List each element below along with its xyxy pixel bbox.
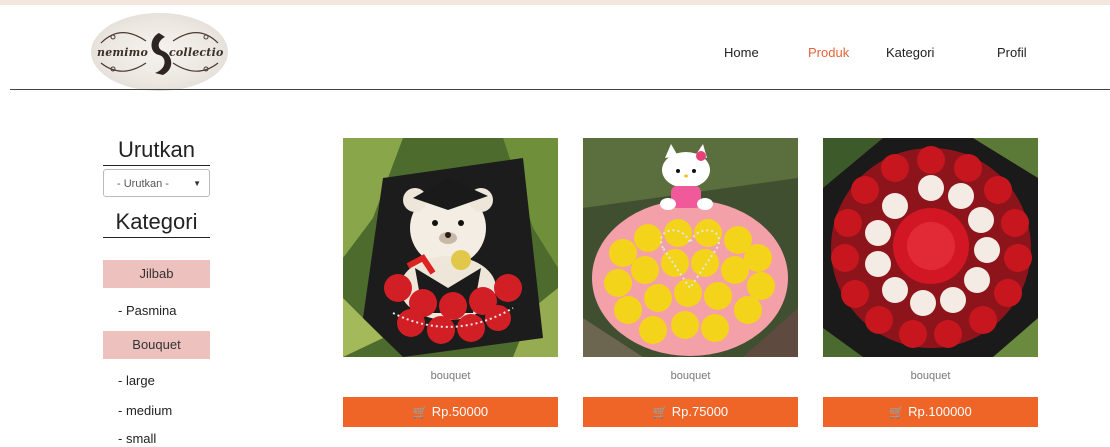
logo-text-right: collectio: [169, 46, 224, 59]
header-divider: [10, 89, 1110, 90]
nav-profil[interactable]: Profil: [997, 45, 1027, 60]
chevron-down-icon: ▼: [193, 179, 201, 188]
cart-icon: 🛒: [652, 405, 668, 419]
category-button-bouquet[interactable]: Bouquet: [103, 331, 210, 359]
brand-logo[interactable]: nemimo collectio: [91, 13, 228, 91]
category-title: Kategori: [103, 209, 210, 238]
nav-produk[interactable]: Produk: [808, 45, 849, 60]
category-button-jilbab[interactable]: Jilbab: [103, 260, 210, 288]
price-label: Rp.75000: [671, 404, 729, 419]
nav-home[interactable]: Home: [724, 45, 759, 60]
subcategory-small[interactable]: - small: [118, 431, 156, 446]
price-label: Rp.100000: [908, 404, 972, 419]
product-category-label: bouquet: [670, 370, 711, 382]
product-image-hello-kitty-bouquet[interactable]: [583, 138, 798, 357]
sort-select[interactable]: - Urutkan - ▼: [103, 169, 210, 197]
site-header: nemimo collectio Home Produk Kategori Pr…: [0, 5, 1110, 91]
cart-icon: 🛒: [889, 405, 905, 419]
logo-text-left: nemimo: [97, 46, 148, 59]
price-label: Rp.50000: [431, 404, 489, 419]
price-button[interactable]: 🛒 Rp.100000: [823, 397, 1038, 427]
subcategory-pasmina[interactable]: - Pasmina: [118, 303, 177, 318]
sort-title: Urutkan: [103, 137, 210, 166]
subcategory-medium[interactable]: - medium: [118, 403, 172, 418]
product-image-teddy-bouquet[interactable]: [343, 138, 558, 357]
product-category-label: bouquet: [910, 370, 951, 382]
sort-select-value: - Urutkan -: [117, 178, 169, 190]
subcategory-large[interactable]: - large: [118, 373, 155, 388]
nav-kategori[interactable]: Kategori: [886, 45, 934, 60]
price-button[interactable]: 🛒 Rp.75000: [583, 397, 798, 427]
product-category-label: bouquet: [430, 370, 471, 382]
product-image-red-white-bouquet[interactable]: [823, 138, 1038, 357]
cart-icon: 🛒: [412, 405, 428, 419]
price-button[interactable]: 🛒 Rp.50000: [343, 397, 558, 427]
